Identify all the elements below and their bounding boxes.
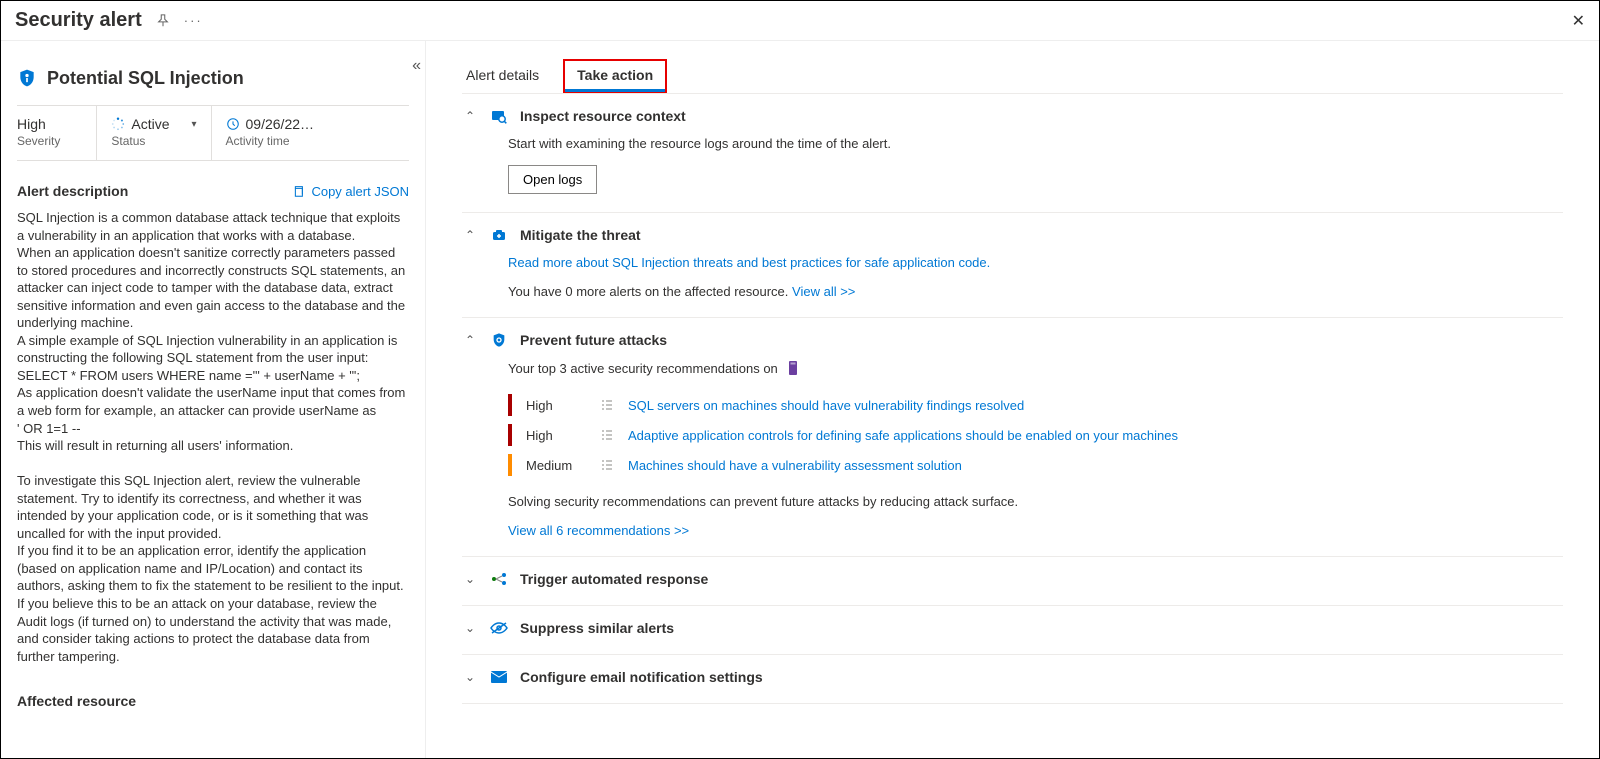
chevron-up-icon[interactable]: ⌃: [462, 109, 478, 123]
alert-title-row: Potential SQL Injection: [17, 61, 409, 105]
mitigate-view-all-link[interactable]: View all >>: [792, 284, 855, 299]
prevent-footer: Solving security recommendations can pre…: [508, 494, 1563, 509]
resource-icon: [786, 360, 800, 376]
chevron-down-icon[interactable]: ⌄: [462, 572, 478, 586]
collapse-left-icon[interactable]: «: [412, 57, 421, 75]
chevron-down-icon[interactable]: ⌄: [462, 670, 478, 684]
activity-label: Activity time: [226, 134, 315, 148]
action-trigger: ⌄ Trigger automated response: [462, 557, 1563, 606]
chevron-down-icon[interactable]: ⌄: [462, 621, 478, 635]
severity-stat: High Severity: [17, 106, 97, 160]
tabs: Alert details Take action: [462, 59, 1563, 94]
action-mitigate: ⌃ Mitigate the threat Read more about SQ…: [462, 213, 1563, 318]
alert-name: Potential SQL Injection: [47, 68, 244, 89]
status-label: Status: [111, 134, 196, 148]
mitigate-link[interactable]: Read more about SQL Injection threats an…: [508, 255, 1563, 270]
checklist-icon: [600, 428, 614, 442]
checklist-icon: [600, 398, 614, 412]
inspect-title: Inspect resource context: [520, 108, 686, 124]
prevent-intro: Your top 3 active security recommendatio…: [508, 361, 778, 376]
action-email: ⌄ Configure email notification settings: [462, 655, 1563, 704]
mitigate-title: Mitigate the threat: [520, 227, 641, 243]
mitigate-more-text: You have 0 more alerts on the affected r…: [508, 284, 788, 299]
clock-icon: [226, 117, 240, 131]
rec-severity: High: [526, 428, 586, 443]
suppress-icon: [490, 621, 508, 635]
trigger-icon: [490, 571, 508, 587]
activity-value: 09/26/22…: [246, 116, 315, 132]
copy-alert-json-button[interactable]: Copy alert JSON: [291, 184, 409, 199]
open-logs-button[interactable]: Open logs: [508, 165, 597, 194]
severity-label: Severity: [17, 134, 60, 148]
more-icon[interactable]: ···: [184, 13, 203, 28]
inspect-icon: [490, 108, 508, 124]
chevron-down-icon[interactable]: ▾: [191, 119, 196, 130]
pin-icon[interactable]: [156, 14, 170, 28]
rec-link[interactable]: SQL servers on machines should have vuln…: [628, 398, 1024, 413]
security-alert-window: Security alert ··· ✕ « Potential: [0, 0, 1600, 759]
recommendation-list: High SQL servers on machines should have…: [508, 390, 1563, 480]
action-suppress: ⌄ Suppress similar alerts: [462, 606, 1563, 655]
email-title: Configure email notification settings: [520, 669, 763, 685]
chevron-up-icon[interactable]: ⌃: [462, 333, 478, 347]
prevent-icon: [490, 332, 508, 348]
mitigate-icon: [490, 227, 508, 243]
prevent-view-all-link[interactable]: View all 6 recommendations >>: [508, 523, 1563, 538]
severity-bar: [508, 424, 512, 446]
shield-icon: [17, 67, 37, 89]
description-header: Alert description Copy alert JSON: [17, 183, 409, 199]
email-icon: [490, 671, 508, 683]
trigger-title: Trigger automated response: [520, 571, 708, 587]
tab-take-action[interactable]: Take action: [563, 59, 667, 93]
action-inspect: ⌃ Inspect resource context Start with ex…: [462, 94, 1563, 213]
recommendation-row[interactable]: High Adaptive application controls for d…: [508, 420, 1563, 450]
right-pane: Alert details Take action ⌃ Inspect reso…: [426, 41, 1599, 758]
prevent-title: Prevent future attacks: [520, 332, 667, 348]
severity-bar: [508, 454, 512, 476]
copy-icon: [291, 184, 305, 198]
titlebar: Security alert ··· ✕: [1, 1, 1599, 41]
severity-bar: [508, 394, 512, 416]
recommendation-row[interactable]: Medium Machines should have a vulnerabil…: [508, 450, 1563, 480]
status-stat[interactable]: Active ▾ Status: [111, 106, 211, 160]
status-value: Active: [131, 116, 169, 132]
rec-link[interactable]: Machines should have a vulnerability ass…: [628, 458, 962, 473]
affected-header: Affected resource: [17, 693, 409, 709]
checklist-icon: [600, 458, 614, 472]
alert-stats: High Severity Active ▾ Status: [17, 105, 409, 161]
affected-heading: Affected resource: [17, 693, 136, 709]
tab-alert-details[interactable]: Alert details: [462, 59, 543, 93]
severity-value: High: [17, 116, 60, 132]
recommendation-row[interactable]: High SQL servers on machines should have…: [508, 390, 1563, 420]
rec-link[interactable]: Adaptive application controls for defini…: [628, 428, 1178, 443]
inspect-text: Start with examining the resource logs a…: [508, 136, 1563, 151]
activity-stat: 09/26/22… Activity time: [226, 106, 329, 160]
chevron-up-icon[interactable]: ⌃: [462, 228, 478, 242]
suppress-title: Suppress similar alerts: [520, 620, 674, 636]
alert-description-text: SQL Injection is a common database attac…: [17, 209, 409, 665]
rec-severity: High: [526, 398, 586, 413]
description-heading: Alert description: [17, 183, 128, 199]
spinner-icon: [111, 117, 125, 131]
content: « Potential SQL Injection High Severity: [1, 41, 1599, 758]
close-icon[interactable]: ✕: [1572, 11, 1585, 31]
action-prevent: ⌃ Prevent future attacks Your top 3 acti…: [462, 318, 1563, 557]
window-title: Security alert: [15, 9, 142, 32]
left-pane: « Potential SQL Injection High Severity: [1, 41, 426, 758]
rec-severity: Medium: [526, 458, 586, 473]
